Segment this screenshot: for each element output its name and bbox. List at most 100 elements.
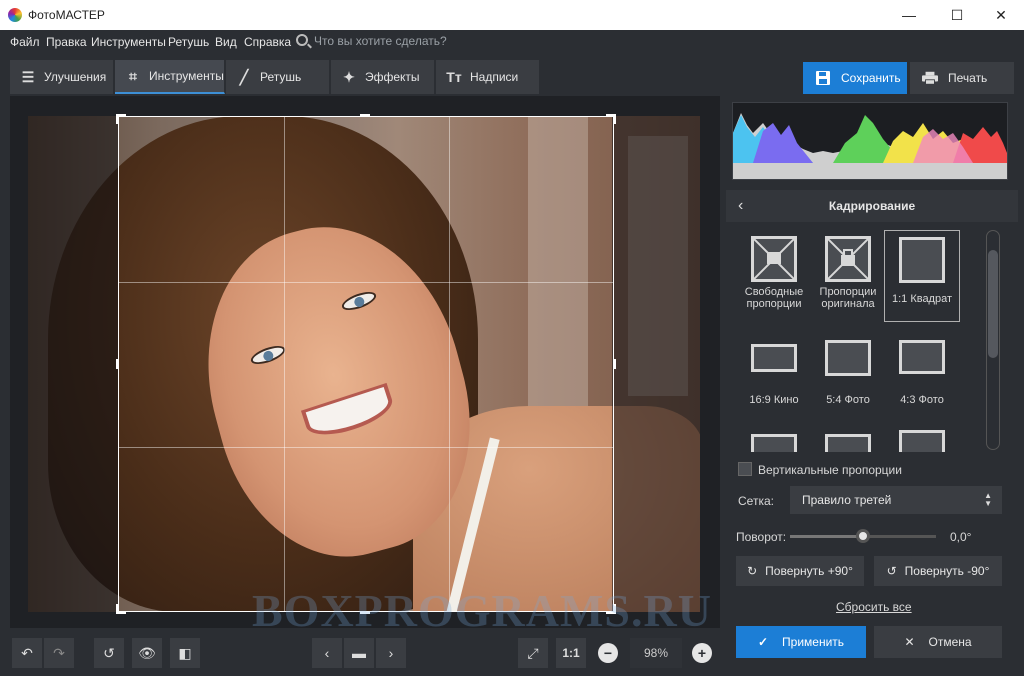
select-arrows-icon: ▲ ▼ (984, 491, 992, 508)
undo-button[interactable]: ↶ (12, 638, 42, 668)
print-label: Печать (948, 71, 988, 85)
grid-select-value: Правило третей (802, 493, 892, 507)
tab-text[interactable]: Tт Надписи (436, 60, 540, 94)
square-ratio-icon (899, 237, 945, 283)
minus-icon: − (603, 645, 613, 661)
vertical-proportions-checkbox[interactable] (738, 462, 752, 476)
fit-screen-icon: ⤢ (527, 644, 539, 661)
ratio-icon (751, 434, 797, 452)
preset-5-4[interactable]: 5:4 Фото (810, 340, 886, 420)
lock-ratio-icon (825, 236, 871, 282)
crop-presets: Свободные пропорции Пропорции оригинала … (736, 226, 982, 452)
rotate-plus-90-button[interactable]: ↻ Повернуть +90° (736, 556, 864, 586)
section-header: ‹ Кадрирование (726, 190, 1018, 222)
photo-ratio-icon (899, 340, 945, 374)
tab-improvements[interactable]: ☰ Улучшения (10, 60, 114, 94)
fit-screen-button[interactable]: ⤢ (518, 638, 548, 668)
menu-retouch[interactable]: Ретушь (168, 35, 209, 49)
print-button[interactable]: Печать (910, 62, 1014, 94)
tab-tools[interactable]: ⌗ Инструменты (115, 60, 225, 94)
preset-label: Свободные пропорции (744, 286, 804, 310)
crop-handle-top-left[interactable] (116, 114, 119, 124)
cancel-label: Отмена (928, 635, 972, 649)
preset-more[interactable] (810, 434, 886, 452)
tab-label: Эффекты (365, 70, 420, 84)
preset-label: 4:3 Фото (900, 394, 944, 406)
crop-mask-left (28, 116, 118, 612)
search-input[interactable]: Что вы хотите сделать? (314, 34, 514, 48)
preset-original[interactable]: Пропорции оригинала (810, 236, 886, 326)
check-icon: ✓ (757, 635, 769, 649)
apply-label: Применить (782, 635, 845, 649)
grid-line (449, 117, 450, 611)
compare-icon: ◧ (178, 644, 192, 661)
next-button[interactable]: › (376, 638, 406, 668)
back-arrow-icon[interactable]: ‹ (738, 197, 743, 215)
reset-button[interactable]: ↺ (94, 638, 124, 668)
zoom-in-button[interactable]: + (692, 643, 712, 663)
magic-wand-icon: ✦ (343, 68, 355, 85)
crop-handle-bottom-left[interactable] (116, 604, 119, 614)
ratio-icon (899, 430, 945, 452)
redo-button[interactable]: ↷ (44, 638, 74, 668)
rotate-minus-90-button[interactable]: ↺ Повернуть -90° (874, 556, 1002, 586)
crop-handle-right[interactable] (613, 359, 616, 369)
crop-frame[interactable] (118, 116, 614, 612)
save-button[interactable]: Сохранить (803, 62, 907, 94)
menu-tools[interactable]: Инструменты (91, 35, 166, 49)
grid-select[interactable]: Правило третей ▲ ▼ (790, 486, 1002, 514)
preset-free[interactable]: Свободные пропорции (736, 236, 812, 326)
crop-handle-top[interactable] (360, 114, 370, 117)
rotation-value: 0,0° (950, 530, 972, 544)
preset-label: 16:9 Кино (749, 394, 799, 406)
rotation-slider-knob[interactable] (856, 529, 870, 543)
preset-square[interactable]: 1:1 Квадрат (884, 230, 960, 322)
photo-ratio-icon (825, 340, 871, 376)
open-folder-button[interactable]: ▬ (344, 638, 374, 668)
grid-label: Сетка: (738, 494, 774, 508)
grid-line (284, 117, 285, 611)
preset-more[interactable] (884, 430, 960, 452)
reset-all-link[interactable]: Сбросить все (836, 600, 912, 614)
chevron-right-icon: › (388, 645, 394, 661)
cancel-button[interactable]: ✕ Отмена (874, 626, 1002, 658)
crop-handle-left[interactable] (116, 359, 119, 369)
chevron-left-icon: ‹ (324, 645, 330, 661)
preset-more[interactable] (736, 434, 812, 452)
menu-edit[interactable]: Правка (46, 35, 87, 49)
histogram-graph (733, 113, 1007, 179)
rotate-ccw-icon: ↺ (886, 564, 897, 578)
eye-icon: 👁 (138, 644, 156, 661)
brush-icon: ╱ (239, 68, 249, 85)
save-label: Сохранить (841, 71, 901, 85)
menu-file[interactable]: Файл (10, 35, 40, 49)
preview-button[interactable]: 👁 (132, 638, 162, 668)
previous-button[interactable]: ‹ (312, 638, 342, 668)
actual-size-button[interactable]: 1:1 (556, 638, 586, 668)
title-bar: ФотоМАСТЕР — ☐ ✕ (0, 0, 1024, 30)
minimize-button[interactable]: — (886, 0, 932, 30)
reset-icon: ↺ (103, 644, 115, 661)
close-button[interactable]: ✕ (978, 0, 1024, 30)
undo-icon: ↶ (21, 644, 33, 661)
tab-retouch[interactable]: ╱ Ретушь (226, 60, 330, 94)
maximize-button[interactable]: ☐ (934, 0, 980, 30)
menu-view[interactable]: Вид (215, 35, 237, 49)
wide-ratio-icon (751, 344, 797, 372)
crop-handle-top-right[interactable] (613, 114, 616, 124)
tab-label: Ретушь (260, 70, 302, 84)
tab-effects[interactable]: ✦ Эффекты (331, 60, 435, 94)
zoom-out-button[interactable]: − (598, 643, 618, 663)
search-icon[interactable] (296, 34, 308, 46)
apply-button[interactable]: ✓ Применить (736, 626, 866, 658)
tab-label: Инструменты (149, 69, 224, 83)
section-title: Кадрирование (828, 199, 916, 213)
rotate-cw-icon: ↻ (747, 564, 758, 578)
preset-16-9[interactable]: 16:9 Кино (736, 340, 812, 420)
printer-icon (922, 71, 938, 85)
compare-button[interactable]: ◧ (170, 638, 200, 668)
scrollbar-thumb[interactable] (988, 250, 998, 358)
window-title: ФотоМАСТЕР (28, 8, 105, 22)
preset-4-3[interactable]: 4:3 Фото (884, 340, 960, 420)
menu-help[interactable]: Справка (244, 35, 291, 49)
